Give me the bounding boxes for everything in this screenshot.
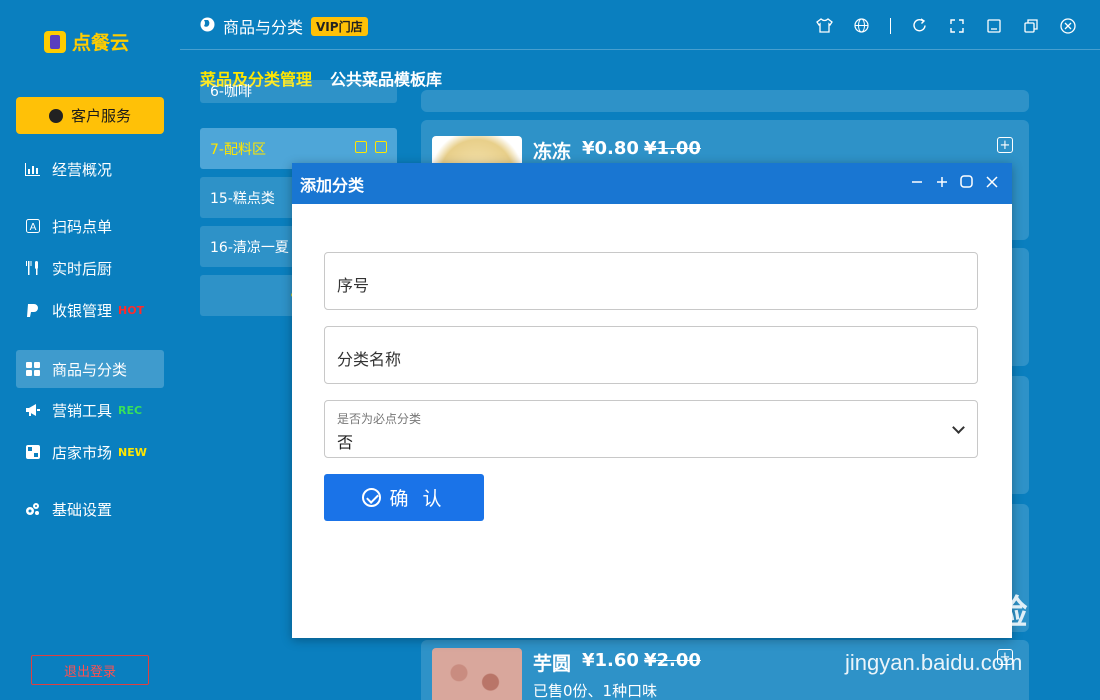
product-card: [421, 90, 1029, 112]
app-logo: 点餐云: [44, 28, 129, 55]
expand-icon[interactable]: [935, 175, 948, 188]
hot-badge: HOT: [118, 303, 145, 317]
add-product-icon[interactable]: +: [997, 137, 1013, 153]
nav-item-cashier[interactable]: 收银管理 HOT: [16, 291, 164, 329]
chevron-down-icon: [952, 421, 965, 434]
nav-label: 收银管理: [52, 301, 113, 320]
nav-label: 扫码点单: [52, 217, 113, 236]
nav-item-scan-order[interactable]: A 扫码点单: [16, 207, 164, 245]
product-original-price: ¥2.00: [644, 650, 701, 671]
product-name: 芋圆: [533, 653, 572, 675]
nav-label: 营销工具: [52, 401, 113, 420]
rec-badge: REC: [118, 403, 143, 417]
nav-label: 基础设置: [52, 500, 113, 519]
fork-icon: [25, 261, 40, 276]
close-icon[interactable]: [985, 175, 998, 188]
watermark-url: jingyan.baidu.com: [845, 650, 1023, 675]
globe-icon: [200, 17, 215, 36]
confirm-label: 确 认: [389, 488, 446, 510]
close-icon[interactable]: [1059, 17, 1076, 34]
nav-item-marketing[interactable]: 营销工具 REC: [16, 391, 164, 429]
category-label: 7-配料区: [210, 141, 266, 158]
category-actions: [355, 141, 387, 153]
grid-icon: [25, 362, 40, 377]
sequence-placeholder: 序号: [337, 276, 370, 295]
nav-item-settings[interactable]: 基础设置: [16, 490, 164, 528]
customer-service-label: 客户服务: [70, 107, 131, 125]
sidebar: 点餐云 客户服务 经营概况 A 扫码点单 实时后厨 收银管理 HOT 商品与分类: [0, 0, 180, 700]
product-price: ¥0.80: [582, 138, 639, 159]
header-title: 商品与分类 VIP门店: [200, 14, 368, 38]
nav-label: 实时后厨: [52, 259, 113, 278]
maximize-icon[interactable]: [960, 175, 973, 188]
category-item[interactable]: 6-咖啡: [200, 80, 397, 103]
nav-item-market[interactable]: 店家市场 NEW: [16, 433, 164, 471]
minimize-icon[interactable]: [910, 175, 923, 188]
logo-text: 点餐云: [72, 32, 130, 54]
restore-icon[interactable]: [1022, 17, 1039, 34]
trash-icon[interactable]: [375, 141, 387, 153]
product-name: 冻冻: [533, 141, 572, 163]
minimize-icon[interactable]: [985, 17, 1002, 34]
vip-badge: VIP门店: [311, 16, 368, 36]
chart-icon: [25, 162, 40, 177]
watermark-logo: Bai du 经验: [846, 594, 1028, 632]
select-value: 否: [337, 433, 354, 452]
nav-item-overview[interactable]: 经营概况: [16, 150, 164, 188]
language-icon[interactable]: [853, 17, 870, 34]
dialog-header: 添加分类: [292, 163, 1012, 204]
product-image: [432, 648, 522, 700]
add-category-dialog: 添加分类 序号 分类名称 是否为必点分类 否 确 认: [292, 163, 1012, 638]
customer-service-button[interactable]: 客户服务: [16, 97, 164, 134]
category-label: 15-糕点类: [210, 190, 275, 207]
category-label: 16-清凉一夏: [210, 239, 289, 256]
dialog-title: 添加分类: [300, 175, 365, 195]
logo-icon: [44, 30, 66, 53]
paypal-icon: [25, 303, 40, 318]
nav-item-kitchen[interactable]: 实时后厨: [16, 249, 164, 287]
megaphone-icon: [25, 403, 40, 418]
globe-icon: [48, 108, 63, 123]
nav-label: 店家市场: [52, 443, 113, 462]
sequence-input[interactable]: 序号: [324, 252, 978, 310]
svg-text:A: A: [29, 222, 36, 233]
nav-item-products[interactable]: 商品与分类: [16, 350, 164, 388]
confirm-button[interactable]: 确 认: [324, 474, 484, 521]
dialog-controls: [910, 175, 998, 188]
category-name-input[interactable]: 分类名称: [324, 326, 978, 384]
nav-label: 经营概况: [52, 160, 113, 179]
top-header: 商品与分类 VIP门店: [180, 0, 1100, 50]
puzzle-icon: [25, 445, 40, 460]
header-divider: [890, 17, 891, 34]
nav-label: 商品与分类: [52, 360, 128, 379]
check-circle-icon: [362, 488, 382, 507]
refresh-icon[interactable]: [911, 17, 928, 34]
product-original-price: ¥1.00: [644, 138, 701, 159]
shirt-icon[interactable]: [816, 17, 833, 34]
category-name-placeholder: 分类名称: [337, 350, 402, 369]
logout-button[interactable]: 退出登录: [31, 655, 149, 685]
new-badge: NEW: [118, 445, 147, 459]
scan-icon: A: [25, 219, 40, 234]
gears-icon: [25, 502, 40, 517]
fullscreen-icon[interactable]: [948, 17, 965, 34]
page-title: 商品与分类: [223, 18, 304, 37]
required-category-select[interactable]: 是否为必点分类 否: [324, 400, 978, 458]
category-label: 6-咖啡: [210, 84, 252, 100]
select-label: 是否为必点分类: [337, 412, 422, 426]
product-price: ¥1.60: [582, 650, 639, 671]
edit-icon[interactable]: [355, 141, 367, 153]
product-sales: 已售0份、1种口味: [533, 682, 658, 700]
window-controls: [816, 17, 1076, 34]
